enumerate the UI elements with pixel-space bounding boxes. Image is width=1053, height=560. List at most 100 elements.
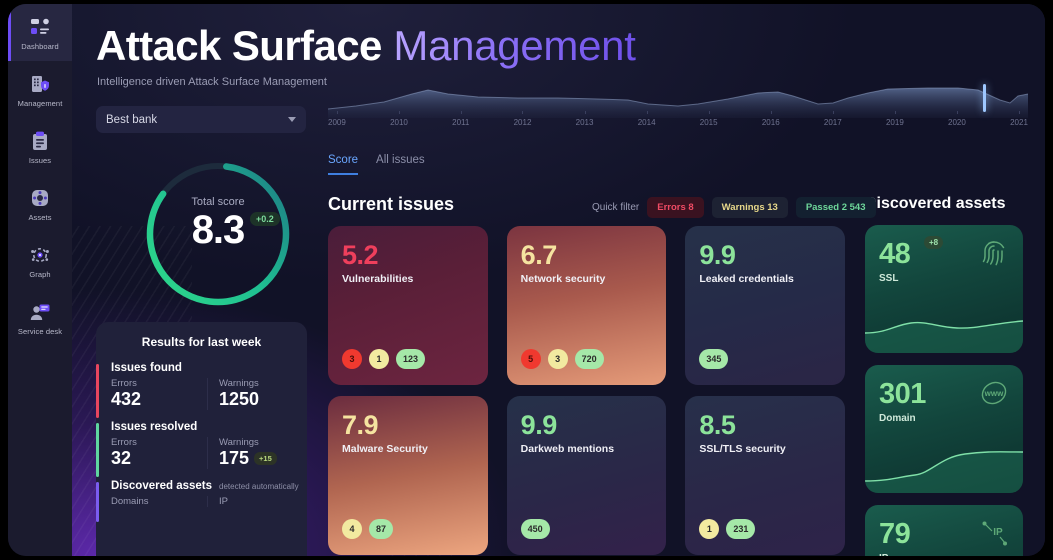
sidebar-item-dashboard[interactable]: Dashboard xyxy=(8,4,72,61)
sidebar-item-graph[interactable]: Graph xyxy=(8,232,72,289)
tab-score[interactable]: Score xyxy=(328,154,359,175)
gauge-delta-badge: +0.2 xyxy=(250,212,280,226)
issue-card-score: 9.9 xyxy=(699,240,736,270)
chevron-down-icon xyxy=(288,117,296,122)
results-col-value: 32 xyxy=(111,448,207,469)
building-shield-icon xyxy=(28,72,52,96)
issue-pill-warning[interactable]: 4 xyxy=(342,519,362,539)
issue-card-score: 7.9 xyxy=(342,410,379,440)
timeline-cursor[interactable] xyxy=(983,84,986,112)
quick-filter-chip-errors[interactable]: Errors 8 xyxy=(647,197,704,218)
issue-card-score: 8.5 xyxy=(699,410,736,440)
issue-card-darkweb-mentions[interactable]: 9.9 Darkweb mentions 450 xyxy=(506,396,667,555)
sidebar-item-assets[interactable]: Assets xyxy=(8,175,72,232)
issue-pill-passed[interactable]: 345 xyxy=(699,349,729,369)
results-col-badge: +15 xyxy=(254,452,277,465)
issue-pill-warning[interactable]: 1 xyxy=(369,349,389,369)
issue-card-score: 5.2 xyxy=(342,240,379,270)
asset-card-name: SSL xyxy=(879,273,899,284)
timeline-year-label: 2019 xyxy=(885,111,904,127)
results-col-number: 32 xyxy=(111,448,132,468)
issue-pill-passed[interactable]: 450 xyxy=(520,519,550,539)
issue-card-row: 7.9 Malware Security 4 87 9.9 Darkweb me… xyxy=(328,396,846,555)
issue-pill-passed[interactable]: 123 xyxy=(396,349,426,369)
issue-pill-error[interactable]: 5 xyxy=(520,349,541,369)
results-col-number: 175 xyxy=(219,448,250,468)
app-window: Dashboard Management Issues Assets Graph… xyxy=(8,4,1045,556)
results-panel: Results for last week Issues found Error… xyxy=(96,322,307,556)
view-tabs: Score All issues xyxy=(328,154,425,175)
sidebar-item-label: Issues xyxy=(28,155,52,165)
sidebar-item-issues[interactable]: Issues xyxy=(8,118,72,175)
fingerprint-icon xyxy=(978,237,1010,269)
quick-filter-chip-warnings[interactable]: Warnings 13 xyxy=(711,197,788,218)
results-group-issues-resolved: Issues resolved Errors 32 Warnings 175 +… xyxy=(96,421,307,477)
sidebar-item-label: Management xyxy=(17,98,63,108)
gauge-value: 8.3 xyxy=(191,208,246,252)
assets-node-icon xyxy=(28,186,52,210)
issue-card-row: 5.2 Vulnerabilities 3 1 123 6.7 Network … xyxy=(328,226,846,385)
asset-card-ip[interactable]: 79 IP IP xyxy=(865,505,1023,556)
issue-card-malware-security[interactable]: 7.9 Malware Security 4 87 xyxy=(328,396,488,555)
results-col: Errors 432 xyxy=(111,378,207,410)
asset-card-domain[interactable]: 301 Domain www xyxy=(865,365,1023,493)
results-group-title: Discovered assets xyxy=(111,480,213,492)
asset-card-name: Domain xyxy=(879,413,916,424)
results-col-label: Errors xyxy=(111,378,137,389)
issue-card-name: Network security xyxy=(520,273,606,285)
sidebar-item-label: Graph xyxy=(29,269,51,279)
sidebar: Dashboard Management Issues Assets Graph… xyxy=(8,4,72,556)
issue-card-name: Vulnerabilities xyxy=(342,273,414,285)
issue-pill-passed[interactable]: 720 xyxy=(574,349,604,369)
timeline-year-label: 2009 xyxy=(328,111,346,127)
sidebar-item-label: Dashboard xyxy=(21,41,59,51)
results-col-value: 1250 xyxy=(219,389,303,410)
timeline-chart[interactable]: 2009 2010 2011 2012 2013 2014 2015 2016 2017 2019… xyxy=(328,78,1028,136)
graph-network-icon xyxy=(28,243,52,267)
asset-card-ssl[interactable]: 48 +8 SSL xyxy=(865,225,1023,353)
results-col-label: Warnings xyxy=(219,378,259,389)
results-panel-title: Results for last week xyxy=(141,335,262,349)
service-desk-icon xyxy=(28,300,52,324)
timeline-year-label: 2012 xyxy=(513,111,532,127)
page-title: Attack Surface Management xyxy=(96,22,636,70)
issue-card-network-security[interactable]: 6.7 Network security 5 3 720 xyxy=(506,226,667,385)
issue-card-pills: 3 1 123 xyxy=(342,349,426,369)
issue-pill-error[interactable]: 3 xyxy=(342,349,362,369)
timeline-year-label: 2015 xyxy=(699,111,718,127)
gauge-label: Total score xyxy=(191,196,245,208)
tab-all-issues[interactable]: All issues xyxy=(376,154,425,175)
results-col-label: IP xyxy=(219,496,228,507)
quick-filter-chip-passed[interactable]: Passed 2 543 xyxy=(795,197,876,218)
page-subtitle: Intelligence driven Attack Surface Manag… xyxy=(97,76,327,88)
results-col: Errors 32 xyxy=(111,437,207,469)
timeline-year-label: 2013 xyxy=(575,111,594,127)
sidebar-item-service-desk[interactable]: Service desk xyxy=(8,289,72,346)
results-group-discovered-assets: Discovered assets detected automatically… xyxy=(96,480,307,522)
timeline-year-label: 2020 xyxy=(948,111,966,127)
issue-card-pills: 5 3 720 xyxy=(520,349,604,369)
clipboard-icon xyxy=(28,129,52,153)
results-col-number: 1250 xyxy=(219,389,260,409)
quick-filter: Quick filter Errors 8 Warnings 13 Passed… xyxy=(592,197,876,218)
issue-card-leaked-credentials[interactable]: 9.9 Leaked credentials 345 xyxy=(685,226,846,385)
issue-card-name: Malware Security xyxy=(342,443,428,455)
issue-card-vulnerabilities[interactable]: 5.2 Vulnerabilities 3 1 123 xyxy=(328,226,488,385)
total-score-gauge: Total score 8.3 +0.2 xyxy=(128,144,308,324)
svg-text:IP: IP xyxy=(993,527,1003,538)
issue-pill-passed[interactable]: 87 xyxy=(369,519,394,539)
issue-pill-warning[interactable]: 1 xyxy=(699,519,720,539)
sidebar-item-management[interactable]: Management xyxy=(8,61,72,118)
issue-pill-warning[interactable]: 3 xyxy=(547,349,568,369)
organization-select[interactable]: Best bank xyxy=(96,106,306,133)
timeline-year-label: 2011 xyxy=(452,111,470,127)
sidebar-item-label: Service desk xyxy=(17,326,63,336)
results-col: Warnings 1250 xyxy=(207,378,303,410)
results-col-label: Errors xyxy=(111,437,137,448)
discovered-assets-heading: Discovered assets xyxy=(865,195,1006,212)
issue-pill-passed[interactable]: 231 xyxy=(726,519,756,539)
current-issues-cards: 5.2 Vulnerabilities 3 1 123 6.7 Network … xyxy=(328,226,846,556)
issue-card-ssl-tls-security[interactable]: 8.5 SSL/TLS security 1 231 xyxy=(685,396,846,555)
issue-card-pills: 345 xyxy=(699,349,729,369)
current-issues-heading: Current issues xyxy=(328,194,455,214)
